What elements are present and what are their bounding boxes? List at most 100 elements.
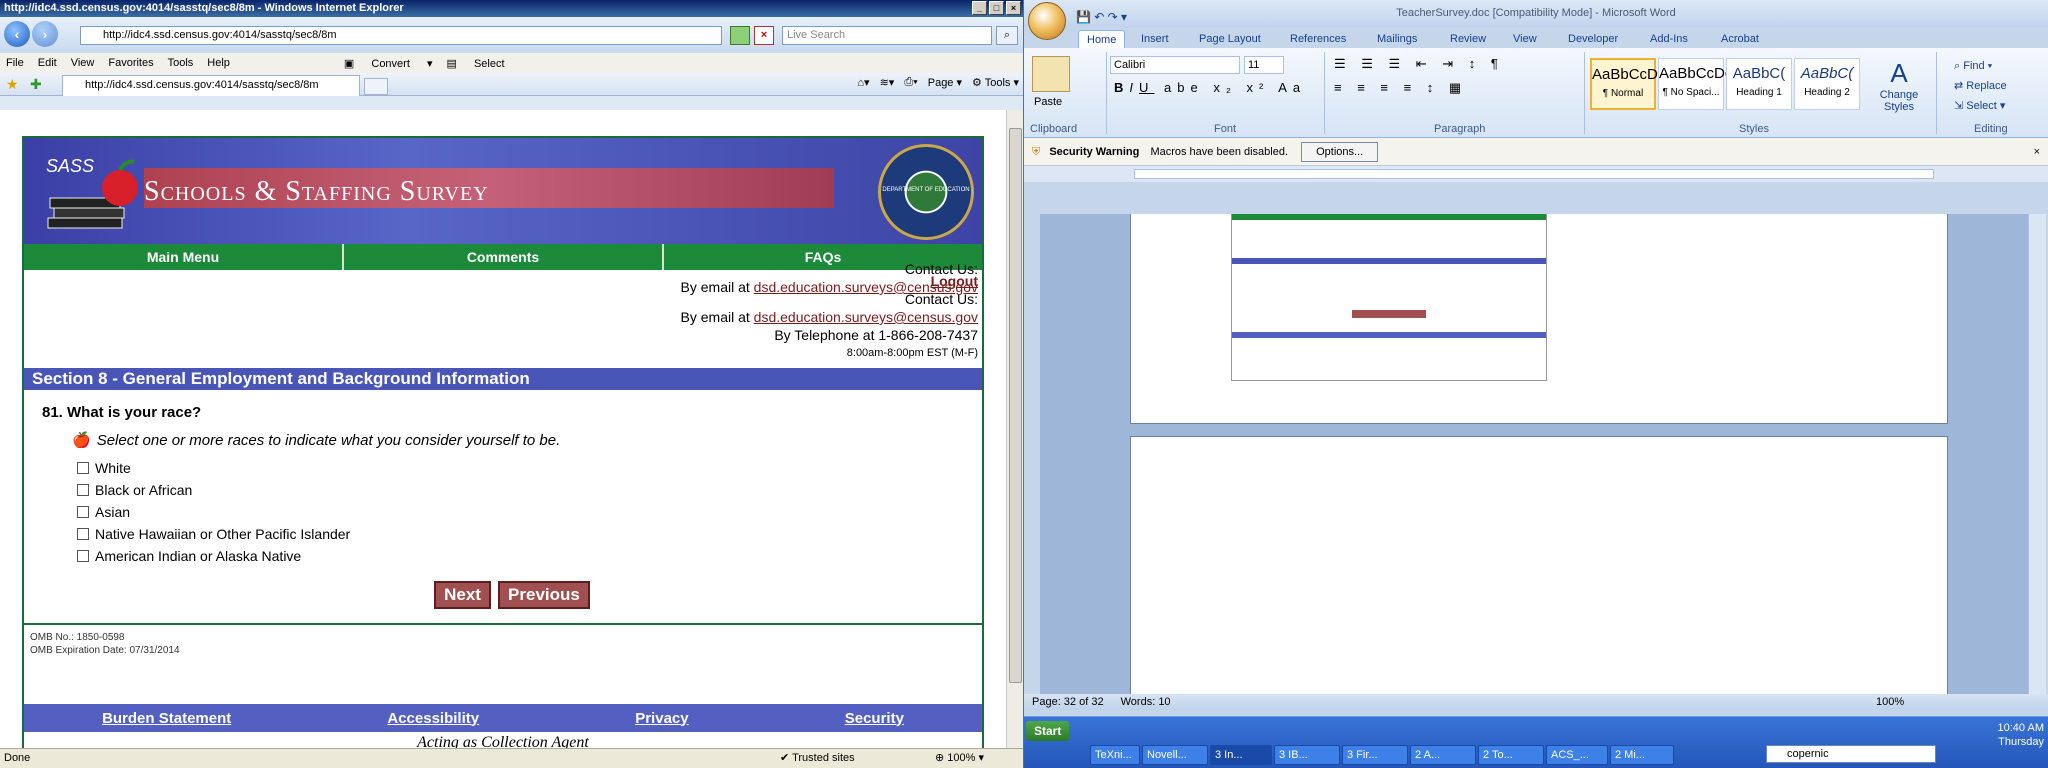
find-button[interactable]: ⌕ Find ▾ <box>1954 56 2007 76</box>
task-word[interactable]: 2 Mi... <box>1610 745 1674 765</box>
close-button[interactable]: × <box>1006 1 1021 15</box>
nav-main-menu[interactable]: Main Menu <box>24 244 344 270</box>
home-icon[interactable]: ⌂▾ <box>857 76 869 89</box>
font-size-select[interactable]: 11 <box>1244 56 1284 74</box>
word-vertical-scrollbar[interactable] <box>2028 214 2046 694</box>
favorites-star-icon[interactable]: ★ <box>6 76 19 93</box>
ie-menu-bar: File Edit View Favorites Tools Help ▣ Co… <box>0 53 1023 73</box>
document-page-blank[interactable] <box>1130 436 1948 694</box>
align-buttons[interactable]: ≡ ≡ ≡ ≡ ↕ ▦ <box>1334 80 1467 96</box>
burden-statement-link[interactable]: Burden Statement <box>102 710 231 727</box>
tab-review[interactable]: Review <box>1450 30 1486 48</box>
start-button[interactable]: Start <box>1026 721 1070 741</box>
checkbox[interactable] <box>77 528 89 540</box>
menu-tools[interactable]: Tools <box>168 57 194 69</box>
convert-button[interactable]: ▣ Convert ▾ <box>344 57 433 70</box>
style-normal[interactable]: AaBbCcDc ¶ Normal <box>1590 58 1665 110</box>
back-icon[interactable]: ‹ <box>4 21 30 47</box>
close-warning-icon[interactable]: × <box>2034 138 2040 166</box>
ie-status-bar: Done ✔ Trusted sites ⊕ 100% ▾ <box>0 748 1023 768</box>
next-button[interactable]: Next <box>434 581 491 609</box>
options-button[interactable]: Options... <box>1301 142 1379 162</box>
font-name-select[interactable]: Calibri <box>1110 56 1240 74</box>
option-american-indian[interactable]: American Indian or Alaska Native <box>77 545 982 567</box>
tab-view[interactable]: View <box>1513 30 1537 48</box>
tab-home[interactable]: Home <box>1078 30 1126 48</box>
stop-icon[interactable]: × <box>754 26 774 45</box>
task-acs[interactable]: ACS_... <box>1546 745 1608 765</box>
menu-edit[interactable]: Edit <box>38 57 57 69</box>
task-acrobat[interactable]: 2 A... <box>1410 745 1476 765</box>
previous-button[interactable]: Previous <box>498 581 590 609</box>
task-firefox[interactable]: 3 Fir... <box>1342 745 1408 765</box>
style-no-spacing[interactable]: AaBbCcDc ¶ No Spaci... <box>1658 58 1732 110</box>
security-link[interactable]: Security <box>845 710 904 727</box>
ie-tab-active[interactable]: http://idc4.ssd.census.gov:4014/sasstq/s… <box>62 75 360 96</box>
select-button[interactable]: ▤ Select <box>446 57 518 70</box>
tab-acrobat[interactable]: Acrobat <box>1721 30 1759 48</box>
copernic-search-input[interactable]: copernic <box>1766 745 1936 763</box>
tab-mailings[interactable]: Mailings <box>1377 30 1417 48</box>
print-icon[interactable]: ⎙▾ <box>904 76 917 89</box>
paste-icon[interactable] <box>1032 56 1070 92</box>
change-styles-button[interactable]: A Change Styles <box>1874 58 1924 113</box>
address-input[interactable]: http://idc4.ssd.census.gov:4014/sasstq/s… <box>80 26 722 45</box>
checkbox[interactable] <box>77 506 89 518</box>
scroll-thumb[interactable] <box>1009 128 1022 683</box>
new-tab-button[interactable] <box>364 78 388 95</box>
task-to[interactable]: 2 To... <box>1478 745 1544 765</box>
minimize-button[interactable]: _ <box>972 1 987 15</box>
tools-menu[interactable]: ⚙ Tools ▾ <box>972 76 1019 89</box>
menu-file[interactable]: File <box>6 57 24 69</box>
privacy-link[interactable]: Privacy <box>635 710 688 727</box>
word-title-bar: TeacherSurvey.doc [Compatibility Mode] -… <box>1024 0 2048 27</box>
menu-help[interactable]: Help <box>207 57 230 69</box>
checkbox[interactable] <box>77 484 89 496</box>
checkbox[interactable] <box>77 462 89 474</box>
email-link[interactable]: dsd.education.surveys@census.gov <box>754 309 978 325</box>
task-novell[interactable]: Novell... <box>1142 745 1208 765</box>
select-button-word[interactable]: ⇲ Select ▾ <box>1954 96 2007 116</box>
search-icon[interactable]: ⌕ <box>996 26 1018 45</box>
document-page <box>1130 214 1948 424</box>
tab-page-layout[interactable]: Page Layout <box>1199 30 1261 48</box>
tab-developer[interactable]: Developer <box>1568 30 1618 48</box>
checkbox[interactable] <box>77 550 89 562</box>
page-menu[interactable]: Page ▾ <box>928 76 962 89</box>
group-clipboard: Clipboard <box>1030 123 1078 135</box>
option-native-hawaiian[interactable]: Native Hawaiian or Other Pacific Islande… <box>77 523 982 545</box>
task-ib[interactable]: 3 IB... <box>1274 745 1340 765</box>
option-black[interactable]: Black or African <box>77 479 982 501</box>
forward-icon[interactable]: › <box>32 21 58 47</box>
feeds-icon[interactable]: ≋▾ <box>880 76 895 89</box>
security-warning-text: Macros have been disabled. <box>1150 146 1289 158</box>
replace-button[interactable]: ⇄ Replace <box>1954 76 2007 96</box>
zoom-control[interactable]: ⊕ 100% ▾ <box>935 749 984 767</box>
email-prefix: By email at <box>680 309 750 325</box>
font-format-buttons[interactable]: BIU abe x₂ x² Aa <box>1114 80 1306 95</box>
task-texnic[interactable]: TeXni... <box>1090 745 1140 765</box>
tab-references[interactable]: References <box>1290 30 1346 48</box>
accessibility-link[interactable]: Accessibility <box>387 710 479 727</box>
overlap-email-link[interactable]: dsd.education.surveys@census.gov <box>754 279 978 295</box>
nav-comments[interactable]: Comments <box>344 244 664 270</box>
refresh-icon[interactable] <box>730 26 750 45</box>
menu-view[interactable]: View <box>71 57 95 69</box>
add-favorite-icon[interactable]: ✚ <box>30 76 42 93</box>
live-search-input[interactable]: Live Search <box>782 26 992 45</box>
trusted-sites-zone: ✔ Trusted sites <box>780 752 855 764</box>
task-ie[interactable]: 3 In... <box>1210 745 1272 765</box>
style-heading-2[interactable]: AaBbC(Heading 2 <box>1794 58 1860 110</box>
paste-button[interactable]: Paste <box>1034 96 1062 108</box>
horizontal-ruler[interactable] <box>1024 166 2048 182</box>
option-asian[interactable]: Asian <box>77 501 982 523</box>
maximize-button[interactable]: □ <box>989 1 1004 15</box>
word-zoom-level[interactable]: 100% <box>1876 694 1904 710</box>
tab-insert[interactable]: Insert <box>1141 30 1169 48</box>
vertical-scrollbar[interactable] <box>1006 110 1023 748</box>
tab-add-ins[interactable]: Add-Ins <box>1650 30 1688 48</box>
style-heading-1[interactable]: AaBbC(Heading 1 <box>1726 58 1792 110</box>
list-buttons[interactable]: ☰ ☰ ☰ ⇤ ⇥ ↕ ¶ <box>1334 56 1504 72</box>
menu-favorites[interactable]: Favorites <box>108 57 153 69</box>
option-white[interactable]: White <box>77 457 982 479</box>
